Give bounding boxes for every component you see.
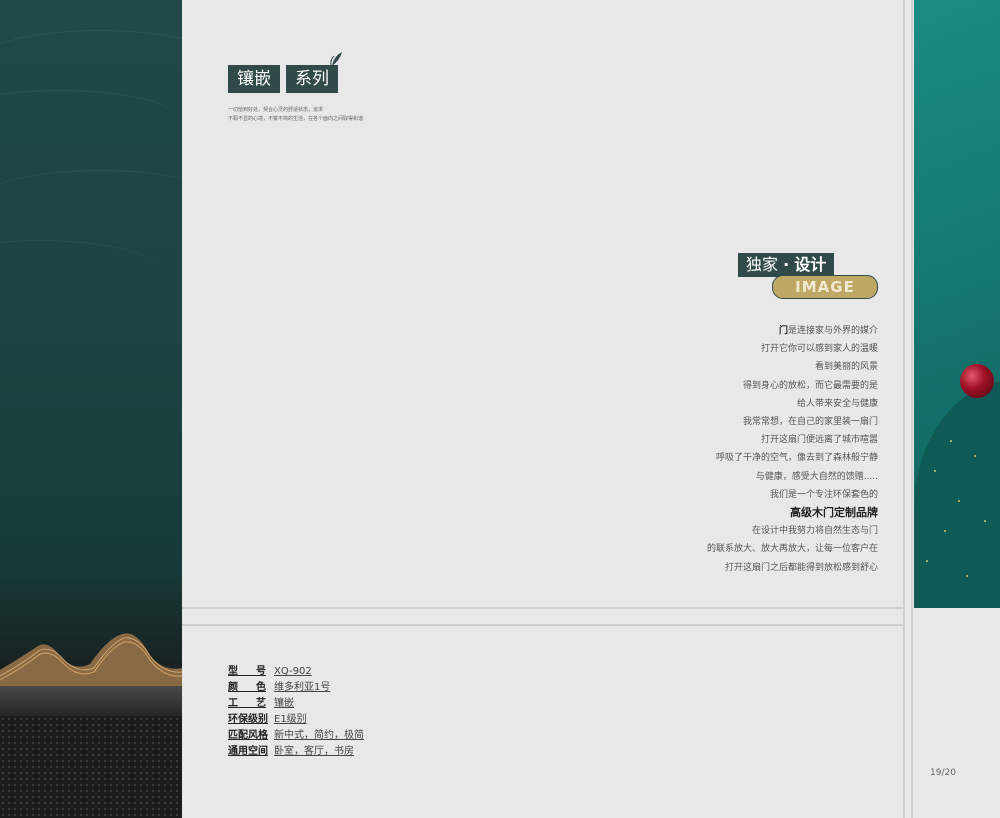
poem-line: 打开这扇门之后都能得到放松感到舒心 <box>578 559 878 577</box>
mist-line <box>0 240 160 301</box>
poem-line: 高级木门定制品牌 <box>578 504 878 522</box>
poem-text: 的联系放大、放大再放大，让每一位客户在 <box>706 544 878 555</box>
badge-cn-2: 设计 <box>794 255 827 274</box>
divider-vertical <box>903 0 905 818</box>
badge-image-label: IMAGE <box>772 275 878 299</box>
poem-line: 在设计中我努力将自然生态与门 <box>578 522 878 540</box>
poem-text: 得到身心的放松，而它最需要的是 <box>742 380 878 391</box>
gold-speck <box>950 440 952 442</box>
poem-text: 我常常想，在自己的家里装一扇门 <box>742 417 878 428</box>
gold-speck <box>934 470 936 472</box>
tagline-line: 不羁不显的心境，不繁不简的生活，在各个面向之间取得和谐 <box>228 116 364 122</box>
spec-row: 型号 XQ-902 <box>228 664 364 680</box>
gold-speck <box>926 560 928 562</box>
divider-bottom <box>182 624 904 626</box>
spec-value: 镶嵌 <box>274 698 294 709</box>
poem-text: 高级木门定制品牌 <box>790 506 878 520</box>
gold-speck <box>966 575 968 577</box>
poem-text: 看到美丽的风景 <box>814 362 878 373</box>
spec-row: 环保级别 E1级别 <box>228 712 364 728</box>
gold-mountain-sculpture <box>0 633 182 688</box>
poem-text: 我们是一个专注环保套色的 <box>769 489 878 500</box>
gold-speck <box>984 520 986 522</box>
poem-text: 给人带来安全与健康 <box>796 398 878 409</box>
spec-key: 颜色 <box>228 682 266 693</box>
spec-key: 通用空间 <box>228 746 268 757</box>
poem-line: 我们是一个专注环保套色的 <box>578 486 878 504</box>
logo-part-2: 系列 <box>286 65 338 93</box>
poem-line: 我常常想，在自己的家里装一扇门 <box>578 413 878 431</box>
poem-text: 与健康，感受大自然的馈赠..... <box>755 471 878 482</box>
spec-row: 颜色 维多利亚1号 <box>228 680 364 696</box>
mist-line <box>0 170 182 231</box>
badge-title: 独家 · 设计 <box>738 253 835 277</box>
poem-text: 打开这扇门便远离了城市喧嚣 <box>760 435 878 446</box>
tagline: 一切恰到好处，契合心灵的舒适状态，追求 不羁不显的心境，不繁不简的生活，在各个面… <box>228 106 428 124</box>
brand-poem: 门是连接家与外界的媒介打开它你可以感到家人的温暖看到美丽的风景得到身心的放松，而… <box>578 322 878 577</box>
spec-value: 新中式，简约，极简 <box>274 730 364 741</box>
poem-line: 得到身心的放松，而它最需要的是 <box>578 377 878 395</box>
spec-row: 匹配风格 新中式，简约，极简 <box>228 728 364 744</box>
poem-line: 打开它你可以感到家人的温暖 <box>578 340 878 358</box>
series-logo: 镶嵌 系列 <box>228 48 358 98</box>
dark-teal-curve <box>914 380 1000 608</box>
poem-text: 是连接家与外界的媒介 <box>787 326 878 336</box>
right-lower-panel <box>914 624 1000 818</box>
page-number: 19/20 <box>930 768 956 778</box>
poem-line: 呼吸了干净的空气，像去到了森林般宁静 <box>578 449 878 467</box>
ruby-sphere <box>960 364 994 398</box>
leather-texture <box>0 716 182 818</box>
spec-row: 通用空间 卧室，客厅，书房 <box>228 744 364 760</box>
logo-part-1: 镶嵌 <box>228 65 280 93</box>
poem-line: 的联系放大、放大再放大，让每一位客户在 <box>578 540 878 558</box>
product-specs: 型号 XQ-902 颜色 维多利亚1号 工艺 镶嵌 环保级别 E1级别 匹配风格 新中式，简约，极… <box>228 664 364 760</box>
poem-line: 门是连接家与外界的媒介 <box>578 322 878 340</box>
gold-speck <box>944 530 946 532</box>
exclusive-design-badge: 独家 · 设计 IMAGE <box>738 253 880 301</box>
spec-row: 工艺 镶嵌 <box>228 696 364 712</box>
badge-dot: · <box>783 255 790 274</box>
gold-speck <box>958 500 960 502</box>
mist-line <box>0 90 180 151</box>
poem-text: 呼吸了干净的空气，像去到了森林般宁静 <box>715 453 878 464</box>
spec-value: E1级别 <box>274 714 307 725</box>
poem-line: 看到美丽的风景 <box>578 358 878 376</box>
stone-slab <box>0 686 182 716</box>
poem-text: 打开这扇门之后都能得到放松感到舒心 <box>724 562 878 573</box>
divider-top <box>182 607 904 609</box>
spec-key: 匹配风格 <box>228 730 268 741</box>
spec-value: 卧室，客厅，书房 <box>274 746 354 757</box>
poem-text: 在设计中我努力将自然生态与门 <box>751 526 878 537</box>
right-decor-panel <box>914 0 1000 608</box>
divider-vertical <box>911 0 913 818</box>
spec-key: 工艺 <box>228 698 266 709</box>
tagline-line: 一切恰到好处，契合心灵的舒适状态，追求 <box>228 107 324 113</box>
badge-cn-1: 独家 <box>746 255 779 274</box>
spec-value: XQ-902 <box>274 666 312 677</box>
poem-text: 打开它你可以感到家人的温暖 <box>760 344 878 355</box>
poem-line: 与健康，感受大自然的馈赠..... <box>578 468 878 486</box>
poem-line: 打开这扇门便远离了城市喧嚣 <box>578 431 878 449</box>
mist-line <box>0 30 182 91</box>
spec-value: 维多利亚1号 <box>274 682 331 693</box>
left-decor-panel <box>0 0 182 818</box>
spec-key: 型号 <box>228 666 266 677</box>
poem-emphasis: 门 <box>778 326 788 336</box>
gold-speck <box>974 455 976 457</box>
spec-key: 环保级别 <box>228 714 268 725</box>
poem-line: 给人带来安全与健康 <box>578 395 878 413</box>
